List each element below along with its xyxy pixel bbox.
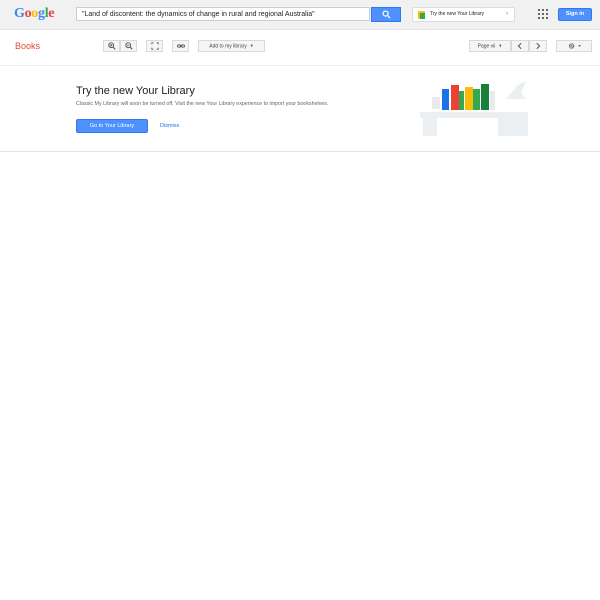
search-input[interactable]: "Land of discontent: the dynamics of cha… xyxy=(76,7,370,21)
library-shelf-illustration xyxy=(420,81,528,136)
link-icon xyxy=(176,44,185,48)
page-label: Page vii xyxy=(477,43,496,50)
add-to-library-button[interactable]: Add to my library ▼ xyxy=(198,40,265,52)
gear-icon xyxy=(568,43,582,49)
toolbar-divider xyxy=(0,65,600,66)
library-icon xyxy=(418,11,425,19)
banner-text: Classic My Library will soon be turned o… xyxy=(76,101,329,107)
page-select[interactable]: Page vii ▼ xyxy=(469,40,511,52)
go-to-library-button[interactable]: Go to Your Library xyxy=(76,119,148,133)
logo-letter: g xyxy=(38,6,45,21)
top-bar: Google "Land of discontent: the dynamics… xyxy=(0,0,600,30)
zoom-in-icon xyxy=(107,42,116,50)
banner-divider xyxy=(0,151,600,152)
fullscreen-icon xyxy=(150,42,159,50)
books-title[interactable]: Books xyxy=(15,41,40,51)
zoom-out-button[interactable] xyxy=(120,40,137,52)
search-button[interactable] xyxy=(371,7,401,22)
chevron-left-icon xyxy=(517,42,522,50)
books-toolbar: Books Add to my library ▼ Page vii ▼ xyxy=(0,38,600,56)
banner-title: Try the new Your Library xyxy=(76,85,195,97)
fullscreen-button[interactable] xyxy=(146,40,163,52)
logo-letter: G xyxy=(14,6,25,21)
try-your-library-button[interactable]: Try the new Your Library › xyxy=(412,7,515,22)
sign-in-button[interactable]: Sign in xyxy=(558,8,592,21)
add-to-library-label: Add to my library xyxy=(209,43,247,50)
next-page-button[interactable] xyxy=(529,40,547,52)
chevron-right-icon xyxy=(536,42,541,50)
settings-button[interactable] xyxy=(556,40,592,52)
zoom-out-icon xyxy=(124,42,133,50)
dismiss-link[interactable]: Dismiss xyxy=(160,123,179,129)
logo-letter: o xyxy=(24,6,32,21)
logo-letter: e xyxy=(48,6,55,21)
prev-page-button[interactable] xyxy=(511,40,529,52)
chevron-right-icon: › xyxy=(506,11,508,17)
caret-down-icon: ▼ xyxy=(498,43,503,48)
promo-label: Try the new Your Library xyxy=(430,11,485,17)
link-button[interactable] xyxy=(172,40,189,52)
logo-letter: o xyxy=(31,6,38,21)
apps-grid-icon[interactable] xyxy=(538,9,548,19)
search-icon xyxy=(382,10,391,19)
caret-down-icon: ▼ xyxy=(249,43,254,48)
zoom-in-button[interactable] xyxy=(103,40,120,52)
google-logo[interactable]: Google xyxy=(14,6,55,22)
